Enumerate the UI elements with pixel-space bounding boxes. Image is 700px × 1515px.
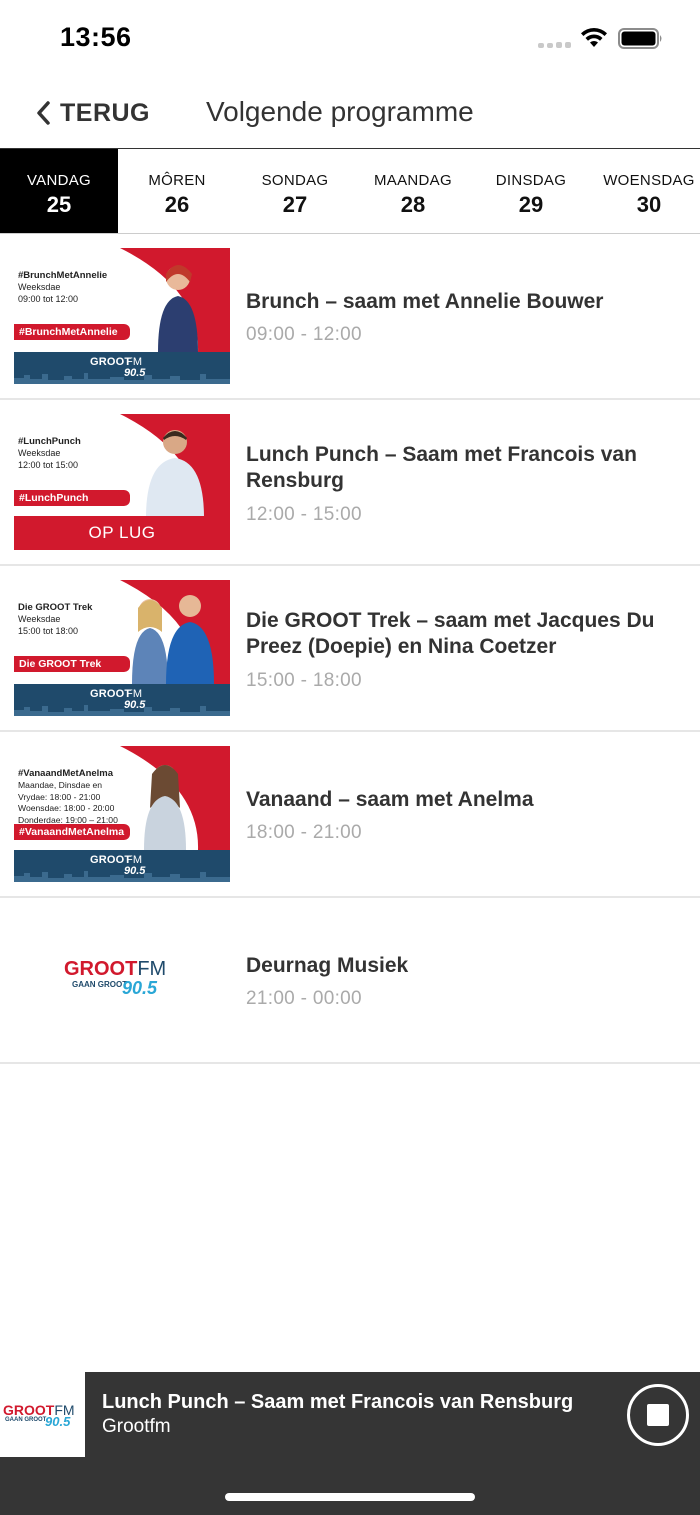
tab-sondag[interactable]: SONDAG 27 — [236, 149, 354, 233]
presenter-photo — [166, 595, 214, 684]
on-air-badge: OP LUG — [14, 516, 230, 550]
program-thumbnail: #LunchPunch Weeksdae 12:00 tot 15:00 #Lu… — [14, 414, 230, 550]
tab-date-label: 28 — [400, 192, 426, 217]
program-thumbnail: #BrunchMetAnnelie Weeksdae 09:00 tot 12:… — [14, 248, 230, 384]
thumb-handle: #LunchPunch — [18, 436, 81, 447]
thumb-hashtag: #BrunchMetAnnelie — [14, 324, 130, 340]
thumb-handle: #VanaandMetAnelma — [18, 768, 114, 779]
presenter-photo — [146, 430, 204, 518]
home-indicator[interactable] — [225, 1493, 475, 1501]
tab-day-label: MÔREN — [148, 172, 206, 189]
thumb-hashtag: #VanaandMetAnelma — [14, 824, 130, 840]
tab-day-label: VANDAG — [26, 172, 92, 189]
logo-tagline: GAAN GROOT — [5, 1417, 47, 1423]
thumb-schedule: Maandae, Dinsdae en Vrydae: 18:00 - 21:0… — [18, 780, 118, 825]
thumb-schedule: Weeksdae 12:00 tot 15:00 — [18, 448, 79, 470]
skyline-graphic — [14, 871, 230, 882]
chevron-left-icon — [37, 101, 50, 125]
back-label: TERUG — [60, 98, 150, 127]
tab-date-label: 26 — [164, 192, 190, 217]
program-thumbnail: #VanaandMetAnelma Maandae, Dinsdae en Vr… — [14, 746, 230, 882]
presenter-photo — [158, 265, 198, 352]
thumb-footer: GROOT FM 90.5 — [14, 352, 230, 384]
program-time: 15:00 - 18:00 — [246, 670, 362, 691]
logo-groot-text: GROOT — [64, 958, 138, 980]
program-list: #BrunchMetAnnelie Weeksdae 09:00 tot 12:… — [0, 234, 700, 1064]
tab-woensdag[interactable]: WOENSDAG 30 — [590, 149, 700, 233]
tab-date-label: 25 — [46, 192, 72, 217]
tab-dinsdag[interactable]: DINSDAG 29 — [472, 149, 590, 233]
brand-logo-freq: 90.5 — [124, 699, 146, 711]
program-row[interactable]: Die GROOT Trek Weeksdae 15:00 tot 18:00 … — [0, 566, 700, 732]
groot-fm-logo: GROOTFM GAAN GROOT 90.5 — [64, 958, 167, 998]
tab-date-label: 29 — [518, 192, 544, 217]
program-thumbnail: Die GROOT Trek Weeksdae 15:00 tot 18:00 … — [14, 580, 230, 716]
day-tabs: VANDAG 25 MÔREN 26 SONDAG 27 MAANDAG 28 … — [0, 148, 700, 234]
logo-frequency: 90.5 — [45, 1414, 71, 1429]
tab-date-label: 30 — [636, 192, 662, 217]
thumb-handle: #BrunchMetAnnelie — [18, 270, 108, 281]
stop-button[interactable] — [627, 1384, 689, 1446]
program-title: Deurnag Musiek — [246, 954, 409, 977]
tab-date-label: 27 — [282, 192, 308, 217]
program-row[interactable]: #VanaandMetAnelma Maandae, Dinsdae en Vr… — [0, 732, 700, 898]
thumb-footer: GROOT FM 90.5 — [14, 684, 230, 716]
program-time: 12:00 - 15:00 — [246, 504, 362, 525]
program-time: 09:00 - 12:00 — [246, 324, 362, 345]
tab-day-label: WOENSDAG — [603, 172, 695, 189]
logo-fm-text: FM — [137, 958, 167, 980]
logo-frequency: 90.5 — [122, 978, 158, 998]
program-title: Lunch Punch – Saam met Francois van Rens… — [246, 443, 637, 492]
brand-logo-freq: 90.5 — [124, 367, 146, 379]
page-title: Volgende programme — [206, 96, 474, 127]
thumb-footer: GROOT FM 90.5 — [14, 850, 230, 882]
skyline-graphic — [14, 373, 230, 384]
tab-moren[interactable]: MÔREN 26 — [118, 149, 236, 233]
back-button[interactable]: TERUG — [34, 96, 150, 130]
thumb-hashtag: #LunchPunch — [14, 490, 130, 506]
program-title: Die GROOT Trek – saam met Jacques Du Pre… — [246, 609, 655, 658]
now-playing-title: Lunch Punch – Saam met Francois van Rens… — [102, 1391, 574, 1413]
navigation-bar: TERUG Volgende programme — [0, 78, 700, 148]
presenter-photo — [144, 765, 186, 850]
skyline-graphic — [14, 705, 230, 716]
logo-tagline: GAAN GROOT — [72, 980, 128, 989]
status-time: 13:56 — [60, 22, 132, 52]
program-title: Vanaand – saam met Anelma — [246, 788, 534, 811]
program-row[interactable]: #LunchPunch Weeksdae 12:00 tot 15:00 #Lu… — [0, 400, 700, 566]
wifi-icon — [581, 27, 607, 47]
cellular-signal-icon — [538, 40, 572, 48]
now-playing-station: Grootfm — [102, 1416, 171, 1437]
tab-vandag[interactable]: VANDAG 25 — [0, 149, 118, 233]
status-bar: 13:56 — [0, 0, 700, 78]
program-title: Brunch – saam met Annelie Bouwer — [246, 290, 604, 313]
thumb-schedule: Weeksdae 15:00 tot 18:00 — [18, 614, 79, 636]
tab-maandag[interactable]: MAANDAG 28 — [354, 149, 472, 233]
program-row[interactable]: #BrunchMetAnnelie Weeksdae 09:00 tot 12:… — [0, 234, 700, 400]
program-time: 21:00 - 00:00 — [246, 988, 362, 1009]
thumb-hashtag: Die GROOT Trek — [14, 656, 130, 672]
tab-day-label: DINSDAG — [495, 172, 567, 189]
program-time: 18:00 - 21:00 — [246, 822, 362, 843]
thumb-schedule: Weeksdae 09:00 tot 12:00 — [18, 282, 79, 304]
groot-fm-logo: GROOTFM GAAN GROOT 90.5 — [3, 1402, 75, 1429]
tab-day-label: SONDAG — [261, 172, 329, 189]
tab-day-label: MAANDAG — [374, 172, 452, 189]
battery-icon — [618, 28, 662, 49]
thumb-handle: Die GROOT Trek — [18, 602, 93, 613]
stop-icon — [647, 1404, 669, 1426]
brand-logo-freq: 90.5 — [124, 865, 146, 877]
program-row[interactable]: GROOTFM GAAN GROOT 90.5 Deurnag Musiek 2… — [0, 898, 700, 1064]
player-station-logo: GROOTFM GAAN GROOT 90.5 — [0, 1372, 85, 1457]
